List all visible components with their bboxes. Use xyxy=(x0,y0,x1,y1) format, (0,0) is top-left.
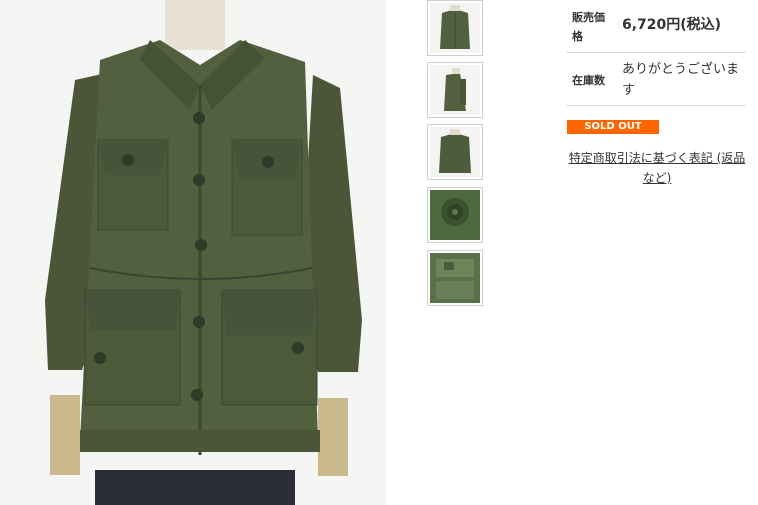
main-product-image xyxy=(0,0,386,505)
stock-value: ありがとうございます xyxy=(622,62,740,98)
thumbnail-side[interactable] xyxy=(427,62,483,118)
price-row: 販売価格 6,720円(税込) xyxy=(566,0,746,53)
price-label: 販売価格 xyxy=(572,11,605,43)
legal-notice-link[interactable]: 特定商取引法に基づく表記 (返品など) xyxy=(566,148,748,188)
thumbnail-button-closeup[interactable] xyxy=(427,187,483,243)
sold-out-badge: SOLD OUT xyxy=(567,120,659,134)
stock-row: 在庫数 ありがとうございます xyxy=(566,53,746,106)
product-info-table: 販売価格 6,720円(税込) 在庫数 ありがとうございます xyxy=(566,0,746,106)
thumbnail-back[interactable] xyxy=(427,124,483,180)
thumbnail-front[interactable] xyxy=(427,0,483,56)
price-value: 6,720円(税込) xyxy=(622,17,722,33)
stock-label: 在庫数 xyxy=(572,74,605,87)
thumbnail-label-closeup[interactable] xyxy=(427,250,483,306)
